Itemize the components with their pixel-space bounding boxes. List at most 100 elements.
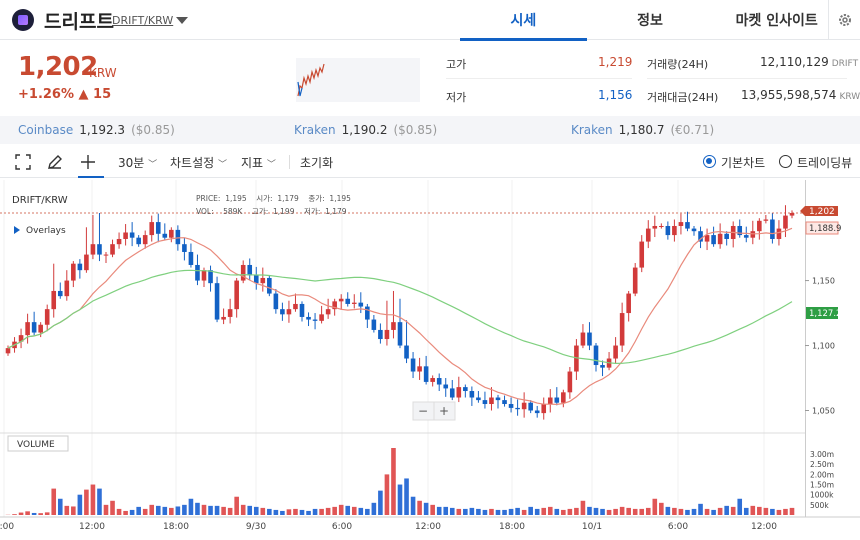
volume-bar <box>215 506 220 515</box>
x-tick-label: 6:00 <box>668 522 688 532</box>
candle-body <box>561 392 566 402</box>
candle-body <box>91 244 96 254</box>
tab-info[interactable]: 정보 <box>587 0 714 40</box>
volume-bar <box>731 507 736 515</box>
candle-body <box>306 317 311 320</box>
volume-bar <box>790 508 795 515</box>
y-tick-label: 1,050 <box>812 407 835 416</box>
candle-body <box>359 303 364 307</box>
price-chart[interactable]: 1,0501,1001,150 3.00m2.50m2.00m1.50m1000… <box>0 180 860 537</box>
x-tick-label: 6:00 <box>332 522 352 532</box>
candle-body <box>378 330 383 339</box>
volume-tick-label: 1000k <box>810 491 834 500</box>
candle-body <box>65 281 70 297</box>
candle-body <box>718 234 723 244</box>
candle-body <box>38 325 43 333</box>
trading-view-label[interactable]: 트레이딩뷰 <box>797 154 852 171</box>
volume-bar <box>280 511 285 515</box>
coin-dropdown-chevron-down-icon[interactable] <box>176 17 188 24</box>
volume-bar <box>489 509 494 515</box>
ohlc-line-1: PRICE: 1,195 시가: 1,179 종가: 1,195 <box>196 194 351 203</box>
exchange-name: Kraken <box>571 123 613 137</box>
candle-body <box>783 216 788 229</box>
candle-body <box>463 387 468 391</box>
zoom-in-button[interactable]: + <box>439 404 449 418</box>
basic-chart-radio[interactable] <box>703 155 716 168</box>
volume-bar <box>515 508 520 515</box>
candle-body <box>6 348 11 353</box>
x-tick-label: 12:00 <box>751 522 777 532</box>
volume-bar <box>345 506 350 515</box>
volume-bar <box>587 507 592 515</box>
candle-body <box>457 387 462 397</box>
crosshair-icon[interactable] <box>78 152 104 178</box>
volume-bar <box>189 499 194 515</box>
volume-bar <box>365 509 370 515</box>
volume-bar <box>149 505 154 515</box>
volume-bar <box>58 499 63 515</box>
coin-name: 드리프트 <box>44 7 114 34</box>
candle-body <box>287 309 292 314</box>
indicator-dropdown[interactable]: 지표 ﹀ <box>241 154 276 171</box>
volume-bar <box>613 509 618 515</box>
candle-body <box>535 411 540 414</box>
volume-tick-label: 2.50m <box>810 460 834 469</box>
zoom-out-button[interactable]: − <box>418 404 428 418</box>
candle-body <box>156 222 161 234</box>
volume-bar <box>411 497 416 515</box>
candle-body <box>692 229 697 232</box>
candle-body <box>182 244 187 252</box>
volume-bar <box>541 508 546 515</box>
drift-logo-icon <box>12 9 34 31</box>
volume-value: 12,110,129 <box>760 55 829 69</box>
last-price-tag: 1,202 <box>800 206 838 217</box>
overlays-triangle-icon[interactable] <box>14 226 20 234</box>
settings-gear-icon[interactable] <box>828 0 860 40</box>
basic-chart-label[interactable]: 기본차트 <box>721 154 765 171</box>
chart-settings-dropdown[interactable]: 차트설정 ﹀ <box>170 154 227 171</box>
candle-body <box>430 378 435 382</box>
trading-view-radio[interactable] <box>779 155 792 168</box>
volume-bar <box>535 509 540 515</box>
candle-body <box>613 346 618 359</box>
overlays-toggle[interactable]: Overlays <box>26 226 66 236</box>
exchange-coinbase: Coinbase1,192.3($0.85) <box>18 123 175 137</box>
interval-dropdown[interactable]: 30분 ﹀ <box>118 154 157 171</box>
candle-body <box>319 314 324 320</box>
volume-bar <box>202 505 207 515</box>
volume-bar <box>653 499 658 515</box>
candle-body <box>777 229 782 239</box>
exchange-kraken-usd: Kraken1,190.2($0.85) <box>294 123 437 137</box>
exchange-name: Kraken <box>294 123 336 137</box>
volume-bar <box>548 507 553 515</box>
volume-bar <box>698 504 703 515</box>
candle-body <box>143 235 148 244</box>
coin-pair-link[interactable]: DRIFT/KRW <box>112 14 173 27</box>
tab-price[interactable]: 시세 <box>460 0 587 40</box>
fullscreen-icon[interactable] <box>14 153 32 174</box>
volume-bar <box>326 508 331 515</box>
amount-label: 거래대금(24H) <box>647 89 718 105</box>
candle-body <box>659 226 664 227</box>
volume-bar <box>470 508 475 515</box>
exchange-price: 1,192.3 <box>79 123 125 137</box>
top-header: 드리프트 DRIFT/KRW 시세 정보 마켓 인사이트 <box>0 0 860 40</box>
volume-bar <box>483 510 488 515</box>
volume-bar <box>91 485 96 515</box>
volume-bar <box>626 508 631 515</box>
tab-market-insight[interactable]: 마켓 인사이트 <box>713 0 840 40</box>
candle-body <box>653 226 658 229</box>
reset-button[interactable]: 초기화 <box>300 154 333 171</box>
price-summary: 1,202 KRW +1.26% ▲ 15 고가 1,219 저가 1,156 … <box>0 40 860 116</box>
volume-bar <box>51 489 56 515</box>
candle-body <box>411 359 416 372</box>
draw-pencil-icon[interactable] <box>46 153 64 174</box>
candle-body <box>352 303 357 304</box>
candle-body <box>476 398 481 401</box>
zoom-controls: − + <box>413 402 455 420</box>
candle-body <box>770 219 775 238</box>
volume-bar <box>718 508 723 515</box>
volume-bar <box>385 474 390 515</box>
price-chart-svg[interactable]: 1,0501,1001,150 3.00m2.50m2.00m1.50m1000… <box>0 180 860 537</box>
candle-body <box>509 404 514 408</box>
